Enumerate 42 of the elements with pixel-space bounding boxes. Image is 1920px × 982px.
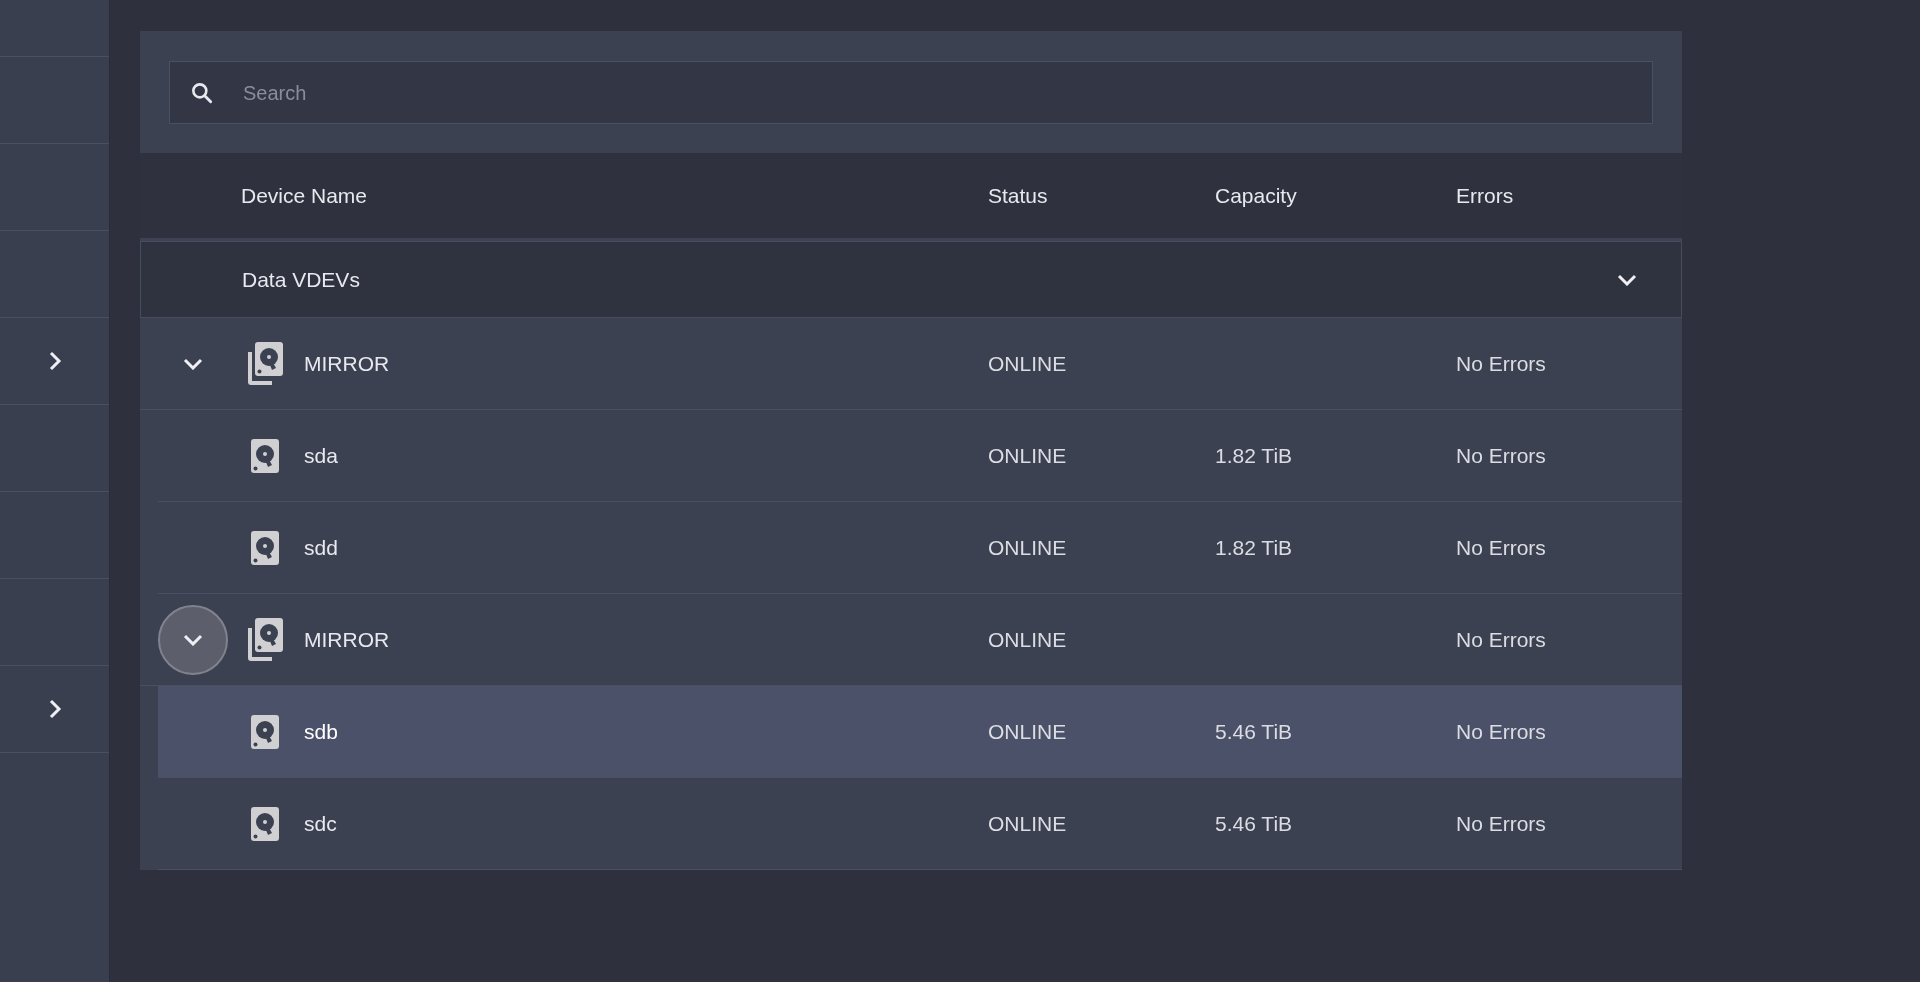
table-cell: No Errors xyxy=(1456,351,1546,375)
search-field[interactable]: Search xyxy=(169,61,1653,124)
table-cell: ONLINE xyxy=(988,535,1067,559)
column-header[interactable]: Errors xyxy=(1456,183,1514,207)
group-title: Data VDEVs xyxy=(242,266,360,293)
column-header[interactable]: Device Name xyxy=(241,183,368,207)
table-cell: ONLINE xyxy=(988,443,1067,467)
hard-drive-icon xyxy=(250,805,280,842)
table-cell: 5.46 TiB xyxy=(1215,719,1293,743)
column-header[interactable]: Status xyxy=(988,183,1048,207)
table-cell: No Errors xyxy=(1456,443,1546,467)
chevron-right-icon[interactable] xyxy=(47,698,62,720)
table-cell: No Errors xyxy=(1456,719,1546,743)
table-cell: ONLINE xyxy=(988,351,1067,375)
hard-drive-icon xyxy=(250,437,280,474)
chevron-down-icon xyxy=(183,633,203,646)
device-name: sdb xyxy=(304,718,338,745)
table-cell: No Errors xyxy=(1456,535,1546,559)
table-cell: No Errors xyxy=(1456,811,1546,835)
table-cell: ONLINE xyxy=(988,719,1067,743)
device-name: sdc xyxy=(304,810,337,837)
vdev-name: MIRROR xyxy=(304,626,390,653)
column-header[interactable]: Capacity xyxy=(1215,183,1297,207)
table-row[interactable]: sdb ONLINE 5.46 TiB No Errors xyxy=(158,686,1682,778)
device-name: sda xyxy=(304,442,338,469)
device-name: sdd xyxy=(304,534,338,561)
chevron-down-icon xyxy=(183,357,203,370)
table-cell: 1.82 TiB xyxy=(1215,535,1293,559)
table-cell: ONLINE xyxy=(988,811,1067,835)
table-cell: 1.82 TiB xyxy=(1215,443,1293,467)
stacked-drives-icon xyxy=(246,341,284,386)
table-cell: 5.46 TiB xyxy=(1215,811,1293,835)
chevron-right-icon[interactable] xyxy=(47,350,62,372)
search-input: Search xyxy=(243,77,1633,108)
hard-drive-icon xyxy=(250,529,280,566)
group-header[interactable]: Data VDEVs xyxy=(140,241,1682,318)
hard-drive-icon xyxy=(250,713,280,750)
table-cell: No Errors xyxy=(1456,627,1546,651)
table-cell: ONLINE xyxy=(988,627,1067,651)
chevron-down-icon xyxy=(1617,273,1637,286)
vdev-name: MIRROR xyxy=(304,350,390,377)
stacked-drives-icon xyxy=(246,617,284,662)
